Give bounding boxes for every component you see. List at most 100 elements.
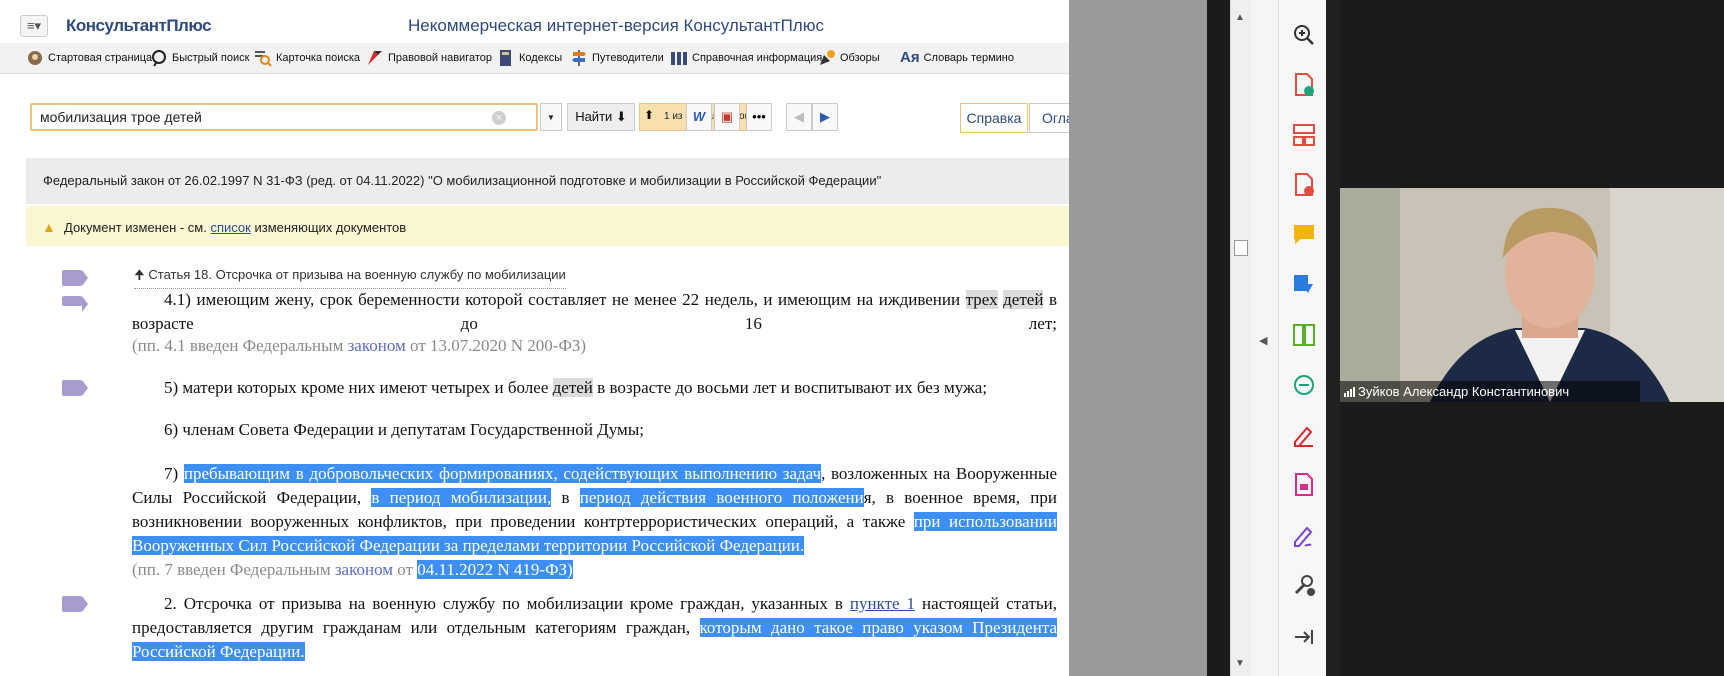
participant-avatar — [1340, 188, 1724, 402]
clear-icon[interactable]: × — [492, 111, 506, 125]
toolbar-guides[interactable]: Путеводители — [570, 47, 664, 69]
printer-icon: ▣ — [720, 109, 734, 124]
highlight-word: трех — [965, 290, 998, 309]
text: (пп. 4.1 введен Федеральным — [132, 336, 348, 355]
breadcrumb-label: Статья 18. Отсрочка от призыва на военну… — [148, 267, 566, 282]
scroll-thumb[interactable] — [1234, 240, 1248, 256]
paragraph-7: 7) пребывающим в добровольческих формиро… — [132, 462, 1057, 558]
pdf-tools-panel — [1278, 0, 1327, 676]
screen-divider — [1326, 0, 1340, 676]
toolbar-legal-navigator[interactable]: Правовой навигатор — [366, 47, 492, 69]
breadcrumb[interactable]: 🠉 Статья 18. Отсрочка от призыва на воен… — [134, 266, 566, 289]
change-notice: ▲ Документ изменен - см. список изменяющ… — [26, 206, 1069, 246]
arrow-right-icon: ▶ — [820, 109, 830, 124]
consultant-app-window: ≡▾ КонсультантПлюс Некоммерческая интерн… — [0, 0, 1069, 676]
text: (пп. 7 введен Федеральным — [132, 560, 335, 579]
vertical-scrollbar[interactable]: ▲ ▼ — [1230, 0, 1252, 676]
dictionary-icon: Ая — [900, 49, 920, 66]
toolbar-reference-info[interactable]: Справочная информация — [670, 47, 822, 69]
app-titlebar: ≡▾ КонсультантПлюс Некоммерческая интерн… — [0, 12, 1069, 40]
back-button[interactable]: ◀ — [786, 103, 812, 131]
arrow-up-icon: 🠉 — [134, 267, 149, 282]
toolbar-reviews[interactable]: Обзоры — [818, 47, 880, 69]
more-button[interactable]: ••• — [746, 103, 772, 131]
comment-icon[interactable] — [1291, 222, 1317, 248]
compare-icon[interactable] — [1291, 322, 1317, 348]
note-4-1: (пп. 4.1 введен Федеральным законом от 1… — [132, 334, 586, 358]
highlight-word: детей — [552, 378, 593, 397]
organize-icon[interactable] — [1291, 122, 1317, 148]
app-logo: КонсультантПлюс — [66, 16, 212, 35]
word-export-button[interactable]: W — [686, 103, 712, 131]
scroll-up-icon[interactable]: ▲ — [1235, 12, 1245, 23]
toolbar-label: Путеводители — [592, 52, 664, 64]
reviews-icon — [820, 50, 835, 65]
scroll-down-icon[interactable]: ▼ — [1235, 658, 1245, 669]
toolbar-start-page[interactable]: Стартовая страница — [26, 47, 152, 69]
ellipsis-icon: ••• — [752, 109, 766, 124]
toolbar-label: Стартовая страница — [48, 52, 153, 64]
signal-icon — [1344, 387, 1355, 397]
toolbar-label: Словарь термино — [923, 52, 1014, 64]
search-bar: × ▼ Найти ⬇ ⬆ 1 из 3 фрагментов W ▣ ••• … — [26, 100, 1069, 136]
create-pdf-icon[interactable] — [1291, 172, 1317, 198]
bookmark-icon[interactable] — [62, 380, 88, 396]
forward-button[interactable]: ▶ — [812, 103, 838, 131]
menu-button[interactable]: ≡▾ — [20, 15, 48, 37]
bookmark-icon[interactable] — [62, 296, 88, 312]
paragraph-5: 5) матери которых кроме них имеют четыре… — [132, 376, 1057, 400]
toolbar-label: Кодексы — [519, 52, 563, 64]
toolbar-label: Справочная информация — [692, 52, 823, 64]
toolbar-codex[interactable]: Кодексы — [497, 47, 562, 69]
sign-icon[interactable] — [1291, 522, 1317, 548]
home-icon — [28, 51, 42, 65]
navigator-icon — [368, 51, 382, 65]
notice-suffix: изменяющих документов — [250, 220, 407, 235]
toolbar-search-card[interactable]: Карточка поиска — [254, 47, 360, 69]
panel-collapse-strip[interactable]: ◀ — [1251, 0, 1278, 676]
bookmark-icon[interactable] — [62, 596, 88, 612]
chevron-down-icon[interactable]: ▼ — [540, 103, 562, 131]
selected-text: в период мобилизации, — [371, 488, 552, 507]
window-gap — [1069, 0, 1207, 676]
document-content: 🠉 Статья 18. Отсрочка от призыва на воен… — [26, 258, 1069, 676]
highlight-word: детей — [1003, 290, 1044, 309]
more-tools-icon[interactable] — [1291, 572, 1317, 598]
paragraph-6: 6) членам Совета Федерации и депутатам Г… — [164, 420, 644, 439]
changes-list-link[interactable]: список — [210, 220, 250, 235]
note-7: (пп. 7 введен Федеральным законом от 04.… — [132, 558, 573, 582]
search-input[interactable] — [30, 103, 538, 131]
convert-icon[interactable] — [1291, 272, 1317, 298]
toolbar-label: Правовой навигатор — [388, 52, 492, 64]
toolbar-quick-search[interactable]: Быстрый поиск — [150, 47, 249, 69]
arrow-up-icon[interactable]: ⬆ — [644, 108, 654, 122]
law-link[interactable]: законом — [335, 560, 393, 579]
fill-sign-icon[interactable] — [1291, 422, 1317, 448]
paragraph-4-1: 4.1) имеющим жену, срок беременности кот… — [132, 288, 1057, 336]
text: 7) — [164, 464, 184, 483]
toolbar-dictionary[interactable]: Ая Словарь термино — [900, 47, 1014, 69]
toc-button[interactable]: Оглавлен — [1029, 103, 1069, 133]
print-button[interactable]: ▣ — [714, 103, 740, 131]
scan-icon[interactable] — [1291, 372, 1317, 398]
find-button[interactable]: Найти ⬇ — [567, 103, 635, 131]
word-icon: W — [692, 109, 706, 124]
warning-icon: ▲ — [42, 219, 56, 235]
protect-icon[interactable] — [1291, 472, 1317, 498]
text: от — [393, 560, 418, 579]
law-link[interactable]: законом — [348, 336, 406, 355]
point-1-link[interactable]: пункте 1 — [850, 594, 915, 613]
zoom-icon[interactable] — [1291, 22, 1317, 48]
exit-icon[interactable] — [1291, 624, 1317, 650]
document-title: Федеральный закон от 26.02.1997 N 31-ФЗ … — [43, 173, 882, 188]
export-pdf-icon[interactable] — [1291, 72, 1317, 98]
codex-icon — [500, 50, 511, 66]
guide-icon — [572, 50, 586, 66]
bookmark-icon[interactable] — [62, 270, 88, 286]
text: 5) матери которых кроме них имеют четыре… — [164, 378, 553, 397]
participant-name-tag: Зуйков Александр Константинович — [1340, 381, 1640, 402]
chevron-left-icon[interactable]: ◀ — [1259, 334, 1267, 347]
toolbar-label: Карточка поиска — [276, 52, 361, 64]
help-button[interactable]: Справка — [960, 103, 1028, 133]
text: 2. Отсрочка от призыва на военную службу… — [164, 594, 850, 613]
